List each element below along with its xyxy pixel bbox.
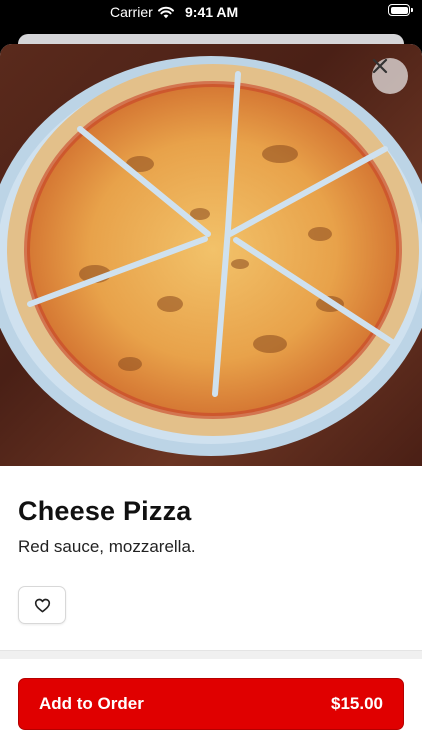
status-time: 9:41 AM: [185, 4, 239, 20]
close-icon: [372, 58, 388, 74]
product-sheet: Cheese Pizza Red sauce, mozzarella. Add …: [0, 44, 422, 750]
carrier-label: Carrier: [110, 4, 153, 20]
status-bar: Carrier 9:41 AM: [0, 0, 422, 24]
favorite-button[interactable]: [18, 586, 66, 624]
product-description: Red sauce, mozzarella.: [18, 537, 196, 556]
product-image: [0, 44, 422, 466]
add-to-order-label: Add to Order: [39, 694, 144, 713]
add-to-order-button[interactable]: Add to Order $15.00: [18, 678, 404, 730]
heart-icon: [34, 598, 50, 612]
price-label: $15.00: [331, 694, 383, 713]
close-button[interactable]: [372, 58, 408, 94]
pizza-illustration: [0, 56, 422, 456]
section-divider: [0, 650, 422, 659]
product-title: Cheese Pizza: [18, 496, 192, 526]
wifi-icon: [158, 6, 174, 19]
battery-icon: [388, 4, 413, 16]
